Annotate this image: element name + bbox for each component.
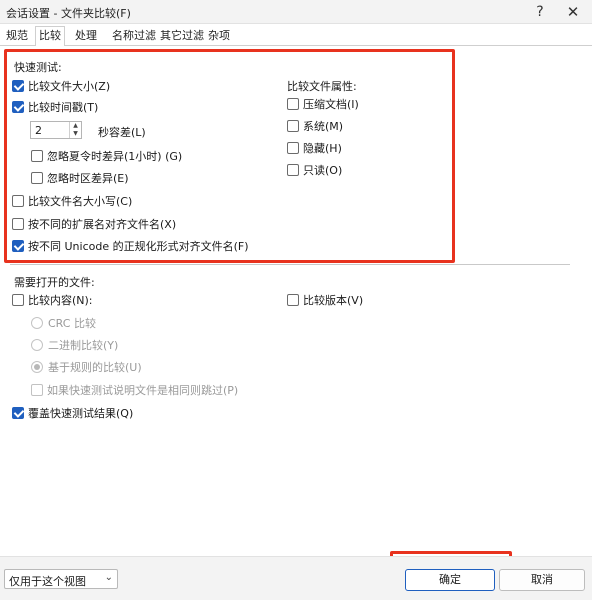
tolerance-stepper[interactable]: 2 ▲ ▼ xyxy=(30,121,82,139)
readonly-checkbox[interactable]: 只读(O) xyxy=(287,162,342,178)
rule-based-radio[interactable]: 基于规则的比较(U) xyxy=(31,359,142,375)
radio-circle[interactable] xyxy=(31,361,43,373)
archive-label: 压缩文档(I) xyxy=(303,98,359,111)
tab-misc[interactable]: 杂项 xyxy=(205,28,233,46)
cancel-button[interactable]: 取消 xyxy=(499,569,585,591)
checkbox-box[interactable] xyxy=(12,195,24,207)
skip-if-same-label: 如果快速测试说明文件是相同则跳过(P) xyxy=(47,384,239,397)
compare-name-case-checkbox[interactable]: 比较文件名大小写(C) xyxy=(12,193,132,209)
checkbox-box[interactable] xyxy=(287,98,299,110)
title-bar: 会话设置 - 文件夹比较(F) ? ✕ xyxy=(0,0,592,24)
tab-strip: 规范 比较 处理 名称过滤 其它过滤 杂项 xyxy=(0,26,592,47)
system-label: 系统(M) xyxy=(303,120,344,133)
tab-name-filter[interactable]: 名称过滤 xyxy=(109,28,159,46)
hidden-label: 隐藏(H) xyxy=(303,142,342,155)
checkbox-box[interactable] xyxy=(12,80,24,92)
dialog-footer: 仅用于这个视图 ⌄ 确定 取消 xyxy=(0,556,592,600)
tolerance-label: 秒容差(L) xyxy=(98,126,146,139)
compare-panel: 快速测试: 比较文件大小(Z) 比较时间戳(T) 2 ▲ ▼ 秒容差(L) 忽略… xyxy=(0,46,592,600)
checkbox-box[interactable] xyxy=(287,294,299,306)
chevron-down-icon[interactable]: ⌄ xyxy=(105,572,113,583)
checkbox-box[interactable] xyxy=(287,164,299,176)
close-icon[interactable]: ✕ xyxy=(560,2,586,22)
scope-dropdown-value: 仅用于这个视图 xyxy=(9,575,86,588)
hidden-checkbox[interactable]: 隐藏(H) xyxy=(287,140,342,156)
checkbox-box[interactable] xyxy=(12,101,24,113)
binary-label: 二进制比较(Y) xyxy=(48,339,119,352)
help-icon[interactable]: ? xyxy=(527,2,553,22)
stepper-down-icon[interactable]: ▼ xyxy=(70,130,81,138)
compare-version-label: 比较版本(V) xyxy=(303,294,364,307)
compare-content-checkbox[interactable]: 比较内容(N): xyxy=(12,292,93,308)
tab-compare[interactable]: 比较 xyxy=(35,26,65,47)
checkbox-box[interactable] xyxy=(287,142,299,154)
window-title: 会话设置 - 文件夹比较(F) xyxy=(6,7,131,20)
compare-timestamp-label: 比较时间戳(T) xyxy=(28,101,99,114)
checkbox-box[interactable] xyxy=(287,120,299,132)
ignore-dst-label: 忽略夏令时差异(1小时) (G) xyxy=(47,150,183,163)
align-by-ext-checkbox[interactable]: 按不同的扩展名对齐文件名(X) xyxy=(12,216,176,232)
tab-handling[interactable]: 处理 xyxy=(72,28,100,46)
ignore-timezone-checkbox[interactable]: 忽略时区差异(E) xyxy=(31,170,129,186)
stepper-up-icon[interactable]: ▲ xyxy=(70,122,81,130)
radio-circle[interactable] xyxy=(31,339,43,351)
checkbox-box[interactable] xyxy=(12,294,24,306)
override-quick-checkbox[interactable]: 覆盖快速测试结果(Q) xyxy=(12,405,133,421)
attributes-heading: 比较文件属性: xyxy=(287,80,357,93)
tolerance-value[interactable]: 2 xyxy=(35,124,42,137)
align-by-unicode-label: 按不同 Unicode 的正规化形式对齐文件名(F) xyxy=(28,240,249,253)
checkbox-box[interactable] xyxy=(12,218,24,230)
tab-spec[interactable]: 规范 xyxy=(3,28,31,46)
compare-size-checkbox[interactable]: 比较文件大小(Z) xyxy=(12,78,110,94)
checkbox-box[interactable] xyxy=(31,384,43,396)
radio-circle[interactable] xyxy=(31,317,43,329)
compare-name-case-label: 比较文件名大小写(C) xyxy=(28,195,133,208)
checkbox-box[interactable] xyxy=(31,150,43,162)
ok-button[interactable]: 确定 xyxy=(405,569,495,591)
open-files-heading: 需要打开的文件: xyxy=(14,276,95,289)
checkbox-box[interactable] xyxy=(12,407,24,419)
readonly-label: 只读(O) xyxy=(303,164,343,177)
archive-checkbox[interactable]: 压缩文档(I) xyxy=(287,96,359,112)
skip-if-same-checkbox[interactable]: 如果快速测试说明文件是相同则跳过(P) xyxy=(31,382,238,398)
checkbox-box[interactable] xyxy=(31,172,43,184)
tab-other-filter[interactable]: 其它过滤 xyxy=(157,28,207,46)
scope-dropdown[interactable]: 仅用于这个视图 ⌄ xyxy=(4,569,118,589)
crc-radio[interactable]: CRC 比较 xyxy=(31,315,96,331)
ignore-timezone-label: 忽略时区差异(E) xyxy=(47,172,129,185)
stepper-arrows[interactable]: ▲ ▼ xyxy=(69,122,81,138)
binary-radio[interactable]: 二进制比较(Y) xyxy=(31,337,118,353)
compare-timestamp-checkbox[interactable]: 比较时间戳(T) xyxy=(12,99,98,115)
compare-content-label: 比较内容(N): xyxy=(28,294,93,307)
section-divider xyxy=(10,264,570,265)
compare-size-label: 比较文件大小(Z) xyxy=(28,80,111,93)
system-checkbox[interactable]: 系统(M) xyxy=(287,118,343,134)
quick-test-heading: 快速测试: xyxy=(14,61,62,74)
override-quick-label: 覆盖快速测试结果(Q) xyxy=(28,407,134,420)
crc-label: CRC 比较 xyxy=(48,317,96,330)
align-by-ext-label: 按不同的扩展名对齐文件名(X) xyxy=(28,218,177,231)
ignore-dst-checkbox[interactable]: 忽略夏令时差异(1小时) (G) xyxy=(31,148,182,164)
align-by-unicode-checkbox[interactable]: 按不同 Unicode 的正规化形式对齐文件名(F) xyxy=(12,238,249,254)
compare-version-checkbox[interactable]: 比较版本(V) xyxy=(287,292,363,308)
rule-based-label: 基于规则的比较(U) xyxy=(48,361,142,374)
checkbox-box[interactable] xyxy=(12,240,24,252)
